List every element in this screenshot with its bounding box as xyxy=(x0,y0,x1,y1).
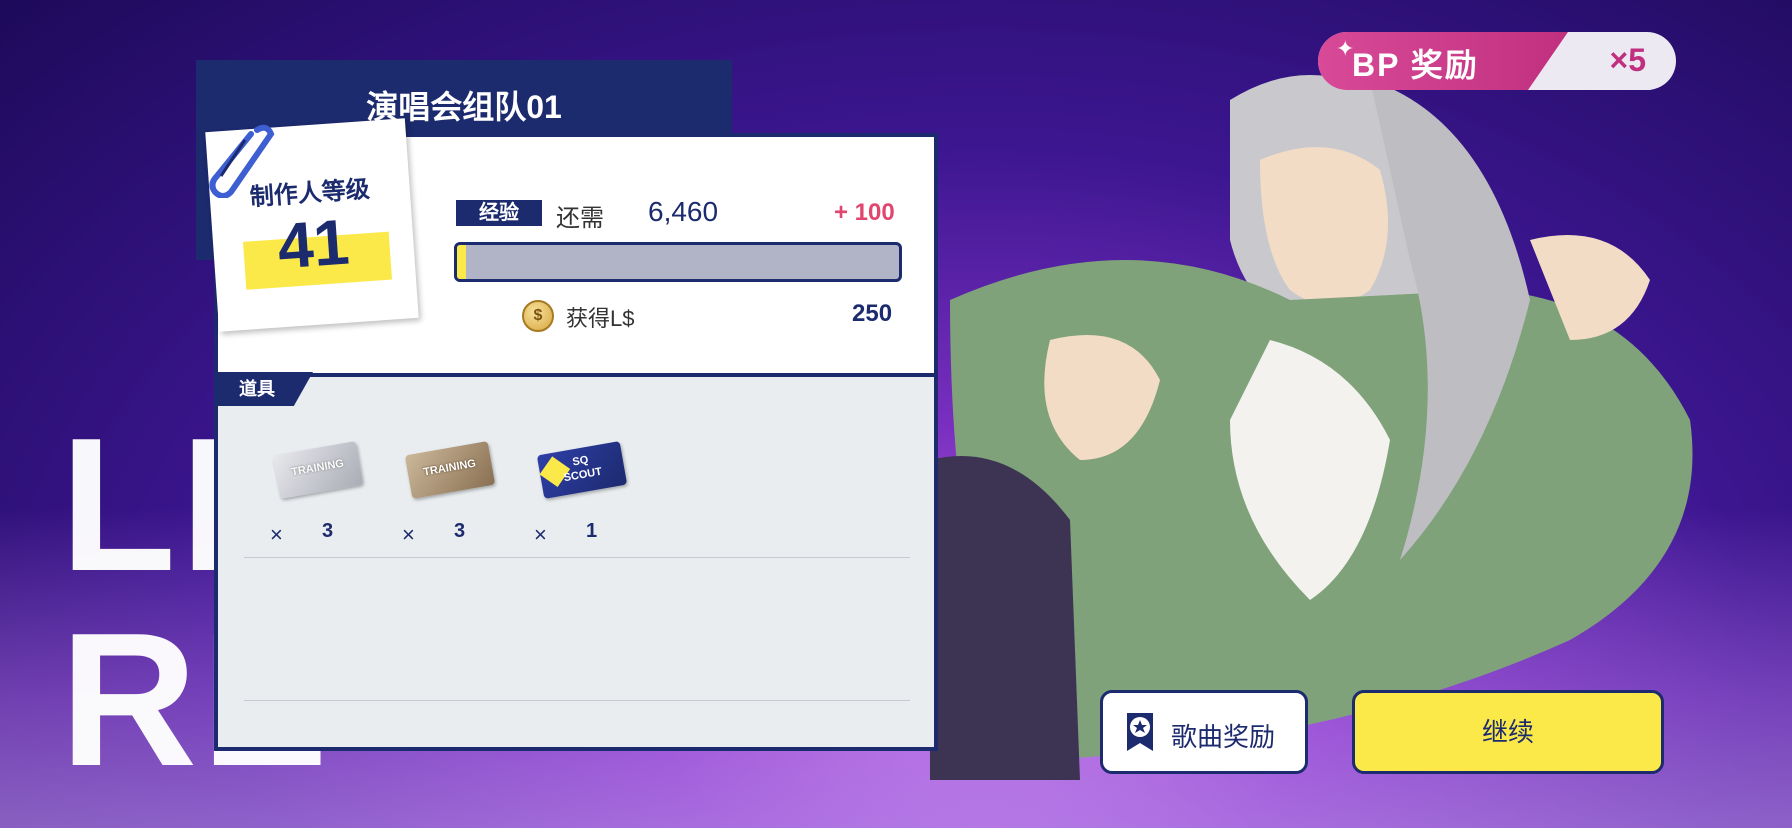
item-count: 3 xyxy=(322,520,334,542)
team-title: 演唱会组队01 xyxy=(366,89,562,125)
exp-gain: + 100 xyxy=(834,199,895,226)
exp-progress-bar xyxy=(454,242,902,282)
item-row-divider xyxy=(244,557,910,558)
exp-remaining-value: 6,460 xyxy=(648,196,719,227)
training-ticket-bronze-icon: TRAINING xyxy=(404,441,496,499)
star-ribbon-icon xyxy=(1127,713,1153,751)
item-multiply-sign: × xyxy=(534,522,547,547)
item-count: 3 xyxy=(454,520,466,542)
item-multiply-sign: × xyxy=(270,522,283,547)
currency-label: 获得L$ xyxy=(566,306,635,331)
producer-level-value: 41 xyxy=(275,205,352,283)
coin-icon: $ xyxy=(522,300,554,332)
item-count: 1 xyxy=(586,520,598,542)
item-slot[interactable]: SQ SCOUT × 1 xyxy=(530,438,640,548)
item-slot[interactable]: TRAINING × 3 xyxy=(266,438,376,548)
character-illustration xyxy=(930,75,1693,780)
item-row-divider xyxy=(244,700,910,701)
item-slot[interactable]: TRAINING × 3 xyxy=(398,438,508,548)
currency-value: 250 xyxy=(852,300,893,327)
background-headline-line1: LI xyxy=(60,399,237,611)
song-reward-button[interactable]: 歌曲奖励 xyxy=(1100,690,1308,774)
exp-tag: 经验 xyxy=(456,200,542,226)
exp-remaining-label: 还需 xyxy=(556,205,604,232)
bp-reward-badge: ✦ BP 奖励 ×5 xyxy=(1318,32,1676,90)
bp-reward-label: BP 奖励 xyxy=(1352,47,1479,83)
item-multiply-sign: × xyxy=(402,522,415,547)
song-reward-label: 歌曲奖励 xyxy=(1171,722,1276,752)
paperclip-icon xyxy=(209,124,275,198)
training-ticket-silver-icon: TRAINING xyxy=(272,441,364,499)
exp-progress-fill xyxy=(457,245,466,279)
bp-reward-multiplier: ×5 xyxy=(1609,42,1646,78)
continue-button[interactable]: 继续 xyxy=(1352,690,1664,774)
sq-scout-ticket-icon: SQ SCOUT xyxy=(536,441,628,499)
